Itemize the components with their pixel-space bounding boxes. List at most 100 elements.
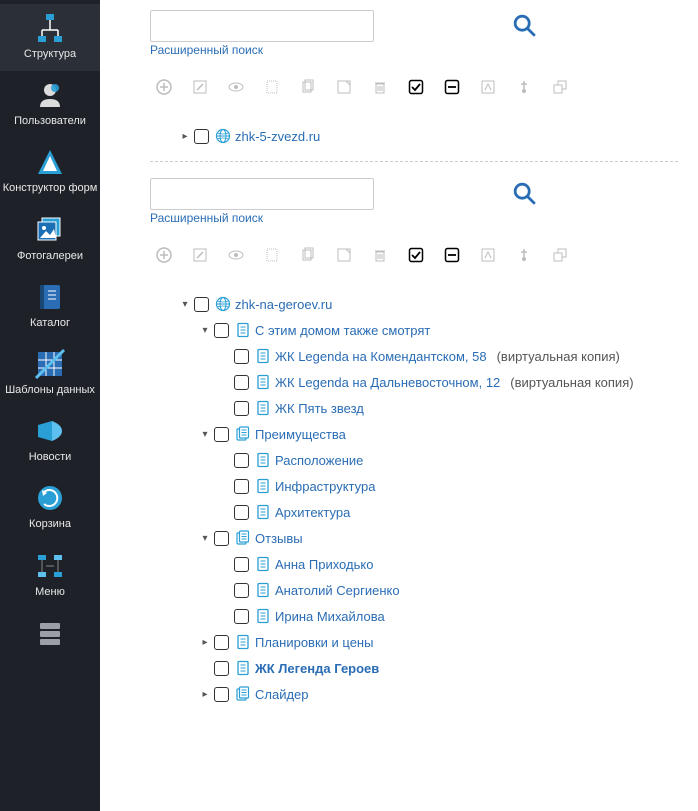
- select-checkbox[interactable]: [194, 129, 209, 144]
- node-link[interactable]: Планировки и цены: [255, 635, 373, 650]
- sidebar-item-catalog[interactable]: Каталог: [0, 273, 100, 340]
- page-icon: [255, 374, 271, 390]
- advanced-search-link[interactable]: Расширенный поиск: [150, 43, 263, 57]
- node-link[interactable]: Архитектура: [275, 505, 350, 520]
- select-checkbox[interactable]: [214, 635, 229, 650]
- sidebar-item-trash[interactable]: Корзина: [0, 474, 100, 541]
- select-checkbox[interactable]: [234, 505, 249, 520]
- template-button[interactable]: [480, 79, 496, 95]
- perms-button[interactable]: [516, 247, 532, 263]
- activity-button[interactable]: [264, 247, 280, 263]
- node-link[interactable]: ЖК Пять звезд: [275, 401, 364, 416]
- node-link[interactable]: Анатолий Сергиенко: [275, 583, 400, 598]
- node-link[interactable]: Инфраструктура: [275, 479, 375, 494]
- search-button[interactable]: [511, 178, 539, 210]
- search-input[interactable]: [150, 178, 374, 210]
- deselect-all-button[interactable]: [444, 79, 460, 95]
- cperms-button[interactable]: [552, 247, 568, 263]
- node-link[interactable]: ЖК Legenda на Дальневосточном, 12: [275, 375, 500, 390]
- tree-node: ▸Анатолий Сергиенко: [220, 577, 678, 603]
- select-checkbox[interactable]: [214, 323, 229, 338]
- perms-button[interactable]: [516, 79, 532, 95]
- select-checkbox[interactable]: [234, 557, 249, 572]
- node-link[interactable]: Анна Приходько: [275, 557, 373, 572]
- sidebar-item-menu[interactable]: Меню: [0, 542, 100, 609]
- node-link[interactable]: Расположение: [275, 453, 363, 468]
- template-button[interactable]: [480, 247, 496, 263]
- edit-button[interactable]: [192, 247, 208, 263]
- search-icon: [511, 180, 539, 208]
- deselect-all-button[interactable]: [444, 247, 460, 263]
- select-all-button[interactable]: [408, 247, 424, 263]
- node-link[interactable]: Преимущества: [255, 427, 346, 442]
- select-checkbox[interactable]: [234, 349, 249, 364]
- node-suffix: (виртуальная копия): [497, 349, 620, 364]
- expand-arrow[interactable]: ▸: [180, 131, 190, 142]
- stack-icon: [235, 686, 251, 702]
- select-checkbox[interactable]: [234, 375, 249, 390]
- menu-icon: [34, 550, 66, 582]
- add-button[interactable]: [156, 247, 172, 263]
- select-checkbox[interactable]: [234, 479, 249, 494]
- search-input[interactable]: [150, 10, 374, 42]
- activity-button[interactable]: [264, 79, 280, 95]
- edit-button[interactable]: [192, 79, 208, 95]
- node-link[interactable]: Слайдер: [255, 687, 309, 702]
- cperms-button[interactable]: [552, 79, 568, 95]
- sidebar-item-form-builder[interactable]: Конструктор форм: [0, 138, 100, 205]
- sidebar-item-users[interactable]: Пользователи: [0, 71, 100, 138]
- tree-node: ▾ zhk-na-geroev.ru: [180, 291, 678, 317]
- select-checkbox[interactable]: [234, 453, 249, 468]
- delete-button[interactable]: [372, 79, 388, 95]
- node-link[interactable]: Ирина Михайлова: [275, 609, 385, 624]
- expand-arrow[interactable]: ▾: [180, 299, 190, 310]
- expand-arrow[interactable]: ▾: [200, 533, 210, 544]
- select-checkbox[interactable]: [214, 427, 229, 442]
- node-link[interactable]: zhk-na-geroev.ru: [235, 297, 332, 312]
- node-link[interactable]: С этим домом также смотрят: [255, 323, 430, 338]
- vcopy-button[interactable]: [336, 79, 352, 95]
- search-button[interactable]: [511, 10, 539, 42]
- node-link[interactable]: zhk-5-zvezd.ru: [235, 129, 320, 144]
- node-link[interactable]: ЖК Legenda на Комендантском, 58: [275, 349, 487, 364]
- sidebar-item-data-templates[interactable]: Шаблоны данных: [0, 340, 100, 407]
- node-link[interactable]: ЖК Легенда Героев: [255, 661, 379, 676]
- catalog-icon: [34, 281, 66, 313]
- select-checkbox[interactable]: [234, 609, 249, 624]
- tree-node: ▸ЖК Legenda на Дальневосточном, 12(вирту…: [220, 369, 678, 395]
- sidebar-item-structure[interactable]: Структура: [0, 4, 100, 71]
- expand-arrow[interactable]: ▸: [200, 689, 210, 700]
- sidebar-item-galleries[interactable]: Фотогалереи: [0, 206, 100, 273]
- stack-icon: [235, 426, 251, 442]
- tree-1: ▸ zhk-5-zvezd.ru: [150, 123, 678, 149]
- copy-button[interactable]: [300, 247, 316, 263]
- expand-arrow[interactable]: ▾: [200, 325, 210, 336]
- node-suffix: (виртуальная копия): [510, 375, 633, 390]
- select-all-button[interactable]: [408, 79, 424, 95]
- expand-arrow[interactable]: ▸: [200, 637, 210, 648]
- select-checkbox[interactable]: [214, 531, 229, 546]
- select-checkbox[interactable]: [214, 687, 229, 702]
- add-button[interactable]: [156, 79, 172, 95]
- copy-button[interactable]: [300, 79, 316, 95]
- globe-icon: [215, 296, 231, 312]
- select-checkbox[interactable]: [194, 297, 209, 312]
- visibility-button[interactable]: [228, 79, 244, 95]
- sidebar-item-extra[interactable]: [0, 609, 100, 663]
- select-checkbox[interactable]: [234, 583, 249, 598]
- select-checkbox[interactable]: [234, 401, 249, 416]
- visibility-button[interactable]: [228, 247, 244, 263]
- advanced-search-link[interactable]: Расширенный поиск: [150, 211, 263, 225]
- tree-node: ▸Ирина Михайлова: [220, 603, 678, 629]
- sidebar-item-news[interactable]: Новости: [0, 407, 100, 474]
- vcopy-button[interactable]: [336, 247, 352, 263]
- node-link[interactable]: Отзывы: [255, 531, 303, 546]
- toolbar: [156, 79, 678, 95]
- delete-button[interactable]: [372, 247, 388, 263]
- sidebar: Структура Пользователи Конструктор форм …: [0, 0, 100, 811]
- expand-arrow[interactable]: ▾: [200, 429, 210, 440]
- tree-node: ▸Расположение: [220, 447, 678, 473]
- tree-node: ▸ЖК Legenda на Комендантском, 58(виртуал…: [220, 343, 678, 369]
- select-checkbox[interactable]: [214, 661, 229, 676]
- tree-2: ▾ zhk-na-geroev.ru ▾ С этим домом также смо…: [150, 291, 678, 707]
